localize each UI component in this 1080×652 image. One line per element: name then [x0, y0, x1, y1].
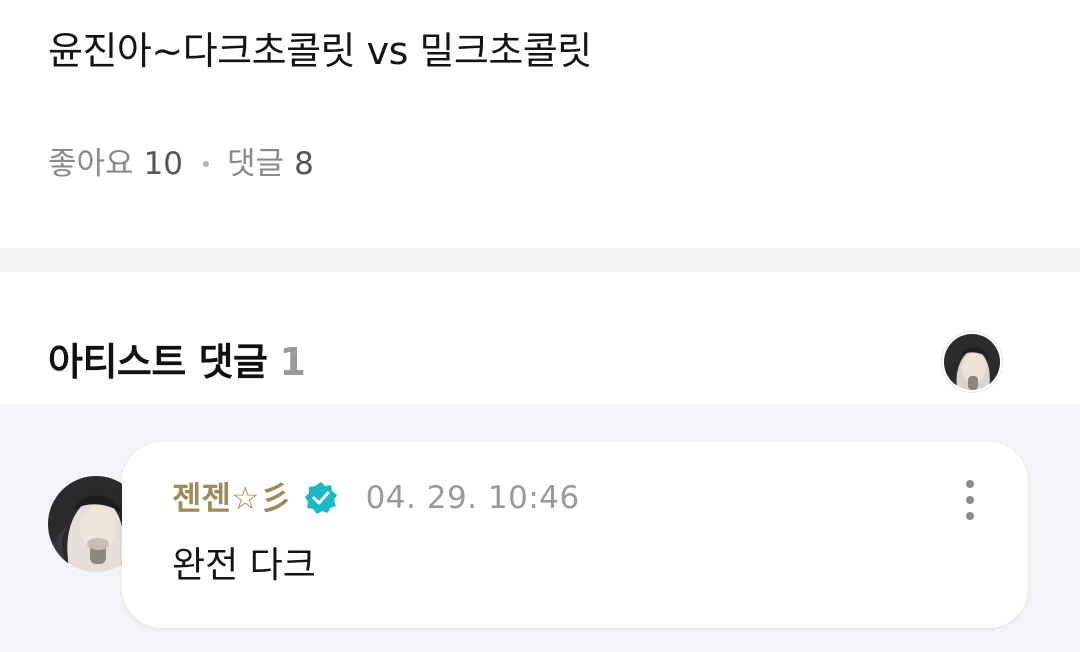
artist-comments-label: 아티스트 댓글	[48, 340, 268, 384]
post-title: 윤진아~다크초콜릿 vs 밀크초콜릿	[48, 29, 592, 73]
comment-text: 완전 다크	[172, 545, 316, 586]
comments-label[interactable]: 댓글	[227, 142, 284, 186]
post-stats: 좋아요 10 댓글 8	[48, 142, 314, 186]
artist-avatar-image	[944, 334, 1000, 390]
likes-label[interactable]: 좋아요	[48, 142, 134, 186]
more-dot-icon	[966, 496, 974, 504]
comments-count: 8	[294, 146, 314, 182]
comment-author-row: 젠젠☆彡 04. 29. 10:46	[172, 476, 580, 520]
separator-dot	[203, 161, 210, 167]
more-options-button[interactable]	[952, 478, 988, 522]
more-dot-icon	[966, 480, 974, 488]
more-dot-icon	[966, 512, 974, 520]
post-section: 윤진아~다크초콜릿 vs 밀크초콜릿 좋아요 10 댓글 8	[0, 0, 1080, 248]
comment-author-name[interactable]: 젠젠☆彡	[172, 476, 292, 520]
artist-avatar[interactable]	[942, 332, 1002, 392]
artist-comments-title: 아티스트 댓글 1	[48, 336, 306, 388]
artist-comments-list: 젠젠☆彡 04. 29. 10:46 완전 다크	[0, 404, 1080, 652]
section-divider	[0, 248, 1080, 272]
artist-comments-count: 1	[279, 340, 306, 384]
comment-card: 젠젠☆彡 04. 29. 10:46 완전 다크	[122, 442, 1028, 628]
comment-timestamp: 04. 29. 10:46	[365, 480, 580, 516]
artist-comments-header: 아티스트 댓글 1	[0, 272, 1080, 404]
verified-badge-icon	[304, 481, 338, 515]
likes-count: 10	[143, 146, 184, 182]
